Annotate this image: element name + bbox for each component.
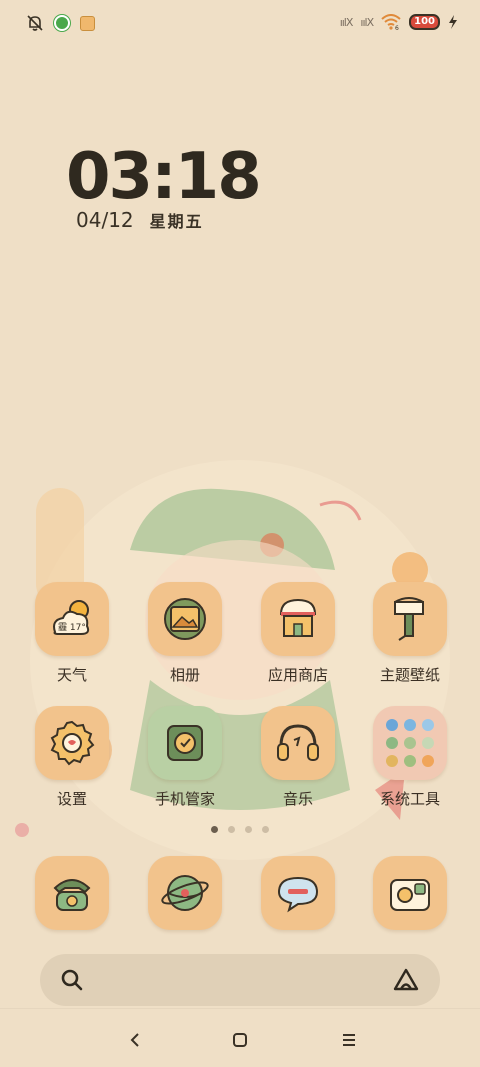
music-icon [277,724,319,761]
page-dot[interactable] [228,826,235,833]
search-bar[interactable] [40,954,440,1006]
weather-tile[interactable]: 霾 17° [35,582,109,656]
dock-browser[interactable] [148,856,222,930]
home-icon [233,1033,247,1047]
app-gallery[interactable]: 相册 [135,582,235,685]
page-dot[interactable] [245,826,252,833]
clock-date-row: 04/12 星期五 [76,208,204,232]
system-tools-folder-tile[interactable] [373,706,447,780]
svg-text:6: 6 [395,25,399,30]
signal-icon-sim2: ıılX [360,15,374,29]
battery-indicator: 100 [409,14,440,30]
settings-tile[interactable] [35,706,109,780]
mute-bell-icon [27,15,43,31]
page-dot-active[interactable] [211,826,218,833]
folder-system-tools[interactable]: 系统工具 [360,706,460,809]
gallery-icon [164,598,206,640]
themes-tile[interactable] [373,582,447,656]
page-indicator[interactable] [0,826,480,833]
app-label: 应用商店 [267,666,328,684]
menu-icon [343,1034,355,1046]
notification-app-icon-2 [80,15,95,31]
assistant-icon[interactable] [392,968,420,992]
app-label: 系统工具 [379,790,440,808]
search-icon[interactable] [60,968,84,992]
app-store-tile[interactable] [261,582,335,656]
navigation-bar [0,1008,480,1067]
app-label: 相册 [169,666,200,684]
themes-icon [394,597,424,641]
weather-icon: 霾 17° [53,600,90,635]
settings-icon [50,720,95,766]
security-icon [167,725,203,761]
page-dot[interactable] [262,826,269,833]
music-tile[interactable] [261,706,335,780]
app-music[interactable]: 音乐 [248,706,348,809]
clock-time[interactable]: 03:18 [66,140,262,214]
app-store[interactable]: 应用商店 [248,582,348,685]
svg-text:霾 17°: 霾 17° [58,622,86,633]
app-themes[interactable]: 主题壁纸 [360,582,460,685]
app-settings[interactable]: 设置 [22,706,122,809]
system-tools-folder-icon [386,719,434,767]
app-label: 手机管家 [154,790,215,808]
app-label: 设置 [56,790,87,808]
signal-icon-sim1: ıılX [339,15,354,29]
status-bar: ıılX ıılX 6 100 [0,0,480,50]
gallery-tile[interactable] [148,582,222,656]
messages-icon [277,876,319,913]
app-security[interactable]: 手机管家 [135,706,235,809]
recents-button[interactable] [334,1025,364,1055]
clock-weekday: 星期五 [149,212,204,231]
back-button[interactable] [120,1025,150,1055]
security-tile[interactable] [148,706,222,780]
home-button[interactable] [225,1025,255,1055]
app-label: 主题壁纸 [379,666,440,684]
dock-messages[interactable] [261,856,335,930]
charging-bolt-icon [449,15,457,29]
app-weather[interactable]: 霾 17° 天气 [22,582,122,685]
wifi-icon: 6 [381,14,401,30]
back-icon [130,1033,139,1047]
camera-icon [390,879,430,911]
app-label: 天气 [56,666,87,684]
phone-icon [53,879,91,911]
dock-camera[interactable] [373,856,447,930]
app-store-icon [279,598,317,637]
app-label: 音乐 [282,790,313,808]
dock-phone[interactable] [35,856,109,930]
clock-date: 04/12 [76,208,134,232]
notification-app-icon [54,15,70,31]
browser-icon [161,875,209,911]
